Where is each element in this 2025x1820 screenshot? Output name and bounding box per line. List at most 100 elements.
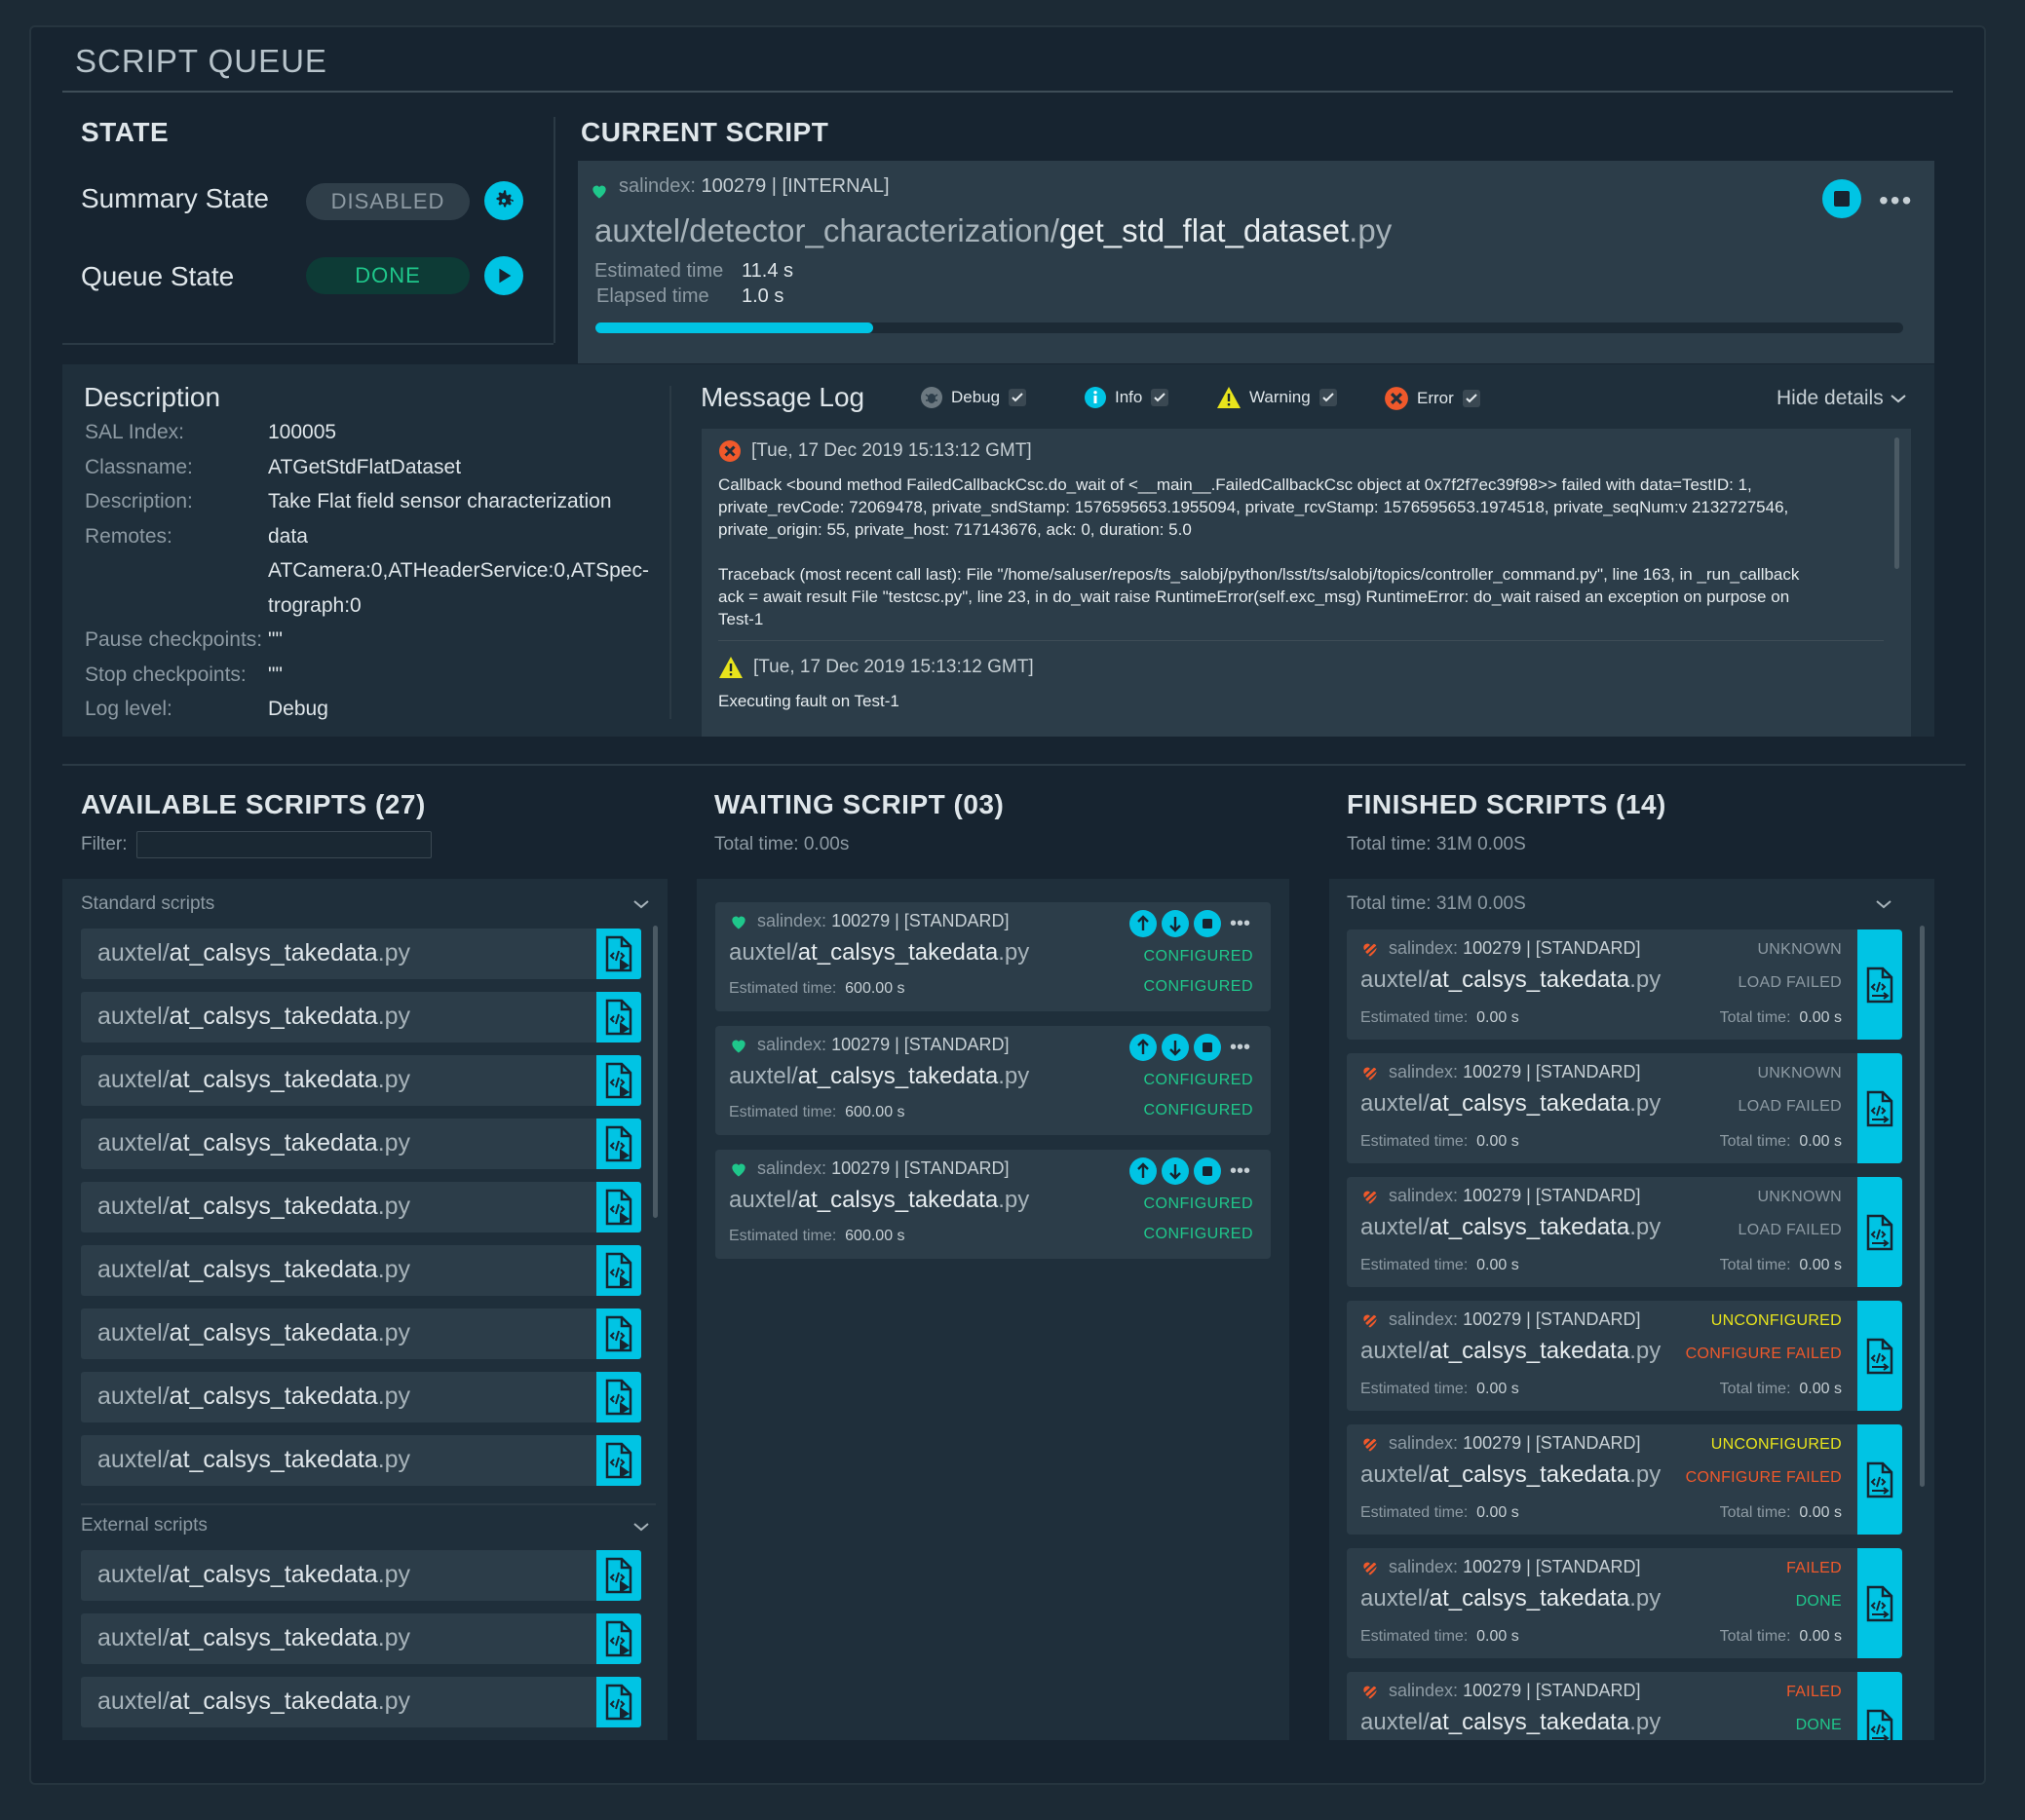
requeue-script-button[interactable]: [1857, 929, 1902, 1040]
process-state: LOAD FAILED: [1738, 974, 1842, 991]
available-script-item[interactable]: auxtel/at_calsys_takedata.py: [81, 1308, 641, 1359]
heartbeat-lost-icon: [1362, 1064, 1379, 1081]
move-up-icon[interactable]: [1129, 910, 1157, 937]
waiting-script-card[interactable]: salindex: 100279 | [STANDARD] auxtel/at_c…: [715, 902, 1271, 1011]
requeue-script-button[interactable]: [1857, 1424, 1902, 1535]
waiting-script-card[interactable]: salindex: 100279 | [STANDARD] auxtel/at_c…: [715, 1026, 1271, 1135]
path-name: at_calsys_takedata: [169, 1446, 378, 1473]
launch-script-button[interactable]: [596, 1308, 641, 1359]
launch-script-button[interactable]: [596, 1055, 641, 1106]
resume-queue-button[interactable]: [484, 256, 523, 295]
launch-script-button[interactable]: [596, 1435, 641, 1486]
log-filter-error[interactable]: Error: [1384, 386, 1481, 411]
available-script-item[interactable]: auxtel/at_calsys_takedata.py: [81, 1677, 641, 1727]
move-up-icon[interactable]: [1129, 1034, 1157, 1061]
move-up-icon[interactable]: [1129, 1157, 1157, 1185]
stop-icon[interactable]: [1194, 1034, 1221, 1061]
available-script-item[interactable]: auxtel/at_calsys_takedata.py: [81, 992, 641, 1043]
launch-script-button[interactable]: [596, 1372, 641, 1422]
est-label: Estimated time:: [1360, 1009, 1469, 1026]
launch-script-button[interactable]: [596, 1677, 641, 1727]
finished-scripts-panel: Total time: 31M 0.00S salindex: 100279 |…: [1329, 879, 1934, 1740]
path-prefix: auxtel/: [97, 1129, 170, 1156]
script-state: UNKNOWN: [1757, 1189, 1842, 1205]
script-state: CONFIGURED: [1143, 948, 1253, 965]
launch-script-button[interactable]: [596, 992, 641, 1043]
checkbox-checked-icon[interactable]: [1008, 388, 1027, 407]
total-value: 0.00 s: [1799, 1504, 1842, 1521]
launch-script-icon: [605, 1684, 632, 1721]
finished-script-card[interactable]: salindex: 100279 | [STANDARD] auxtel/at_c…: [1347, 1301, 1902, 1411]
log-scrollbar[interactable]: [1894, 437, 1899, 569]
script-state: UNKNOWN: [1757, 941, 1842, 958]
available-scrollbar[interactable]: [653, 926, 658, 1218]
card-estimated-time: Estimated time: 600.00 s: [729, 980, 905, 998]
description-key: Remotes:: [85, 524, 172, 548]
stop-icon[interactable]: [1194, 910, 1221, 937]
description-row: Log level: Debug: [85, 698, 669, 727]
available-script-item[interactable]: auxtel/at_calsys_takedata.py: [81, 1182, 641, 1232]
move-down-icon[interactable]: [1162, 910, 1189, 937]
finished-scripts-heading: FINISHED SCRIPTS (14): [1347, 789, 1666, 819]
launch-script-button[interactable]: [596, 1613, 641, 1664]
checkbox-checked-icon[interactable]: [1318, 388, 1338, 407]
path-name: at_calsys_takedata: [1429, 1090, 1630, 1117]
heartbeat-heart-icon: [732, 1040, 745, 1053]
stop-icon[interactable]: [1194, 1157, 1221, 1185]
more-options-icon[interactable]: •••: [1879, 185, 1913, 216]
estimated-time-label: Estimated time: [594, 260, 724, 282]
requeue-script-button[interactable]: [1857, 1672, 1902, 1740]
launch-script-button[interactable]: [596, 1182, 641, 1232]
available-script-item[interactable]: auxtel/at_calsys_takedata.py: [81, 1119, 641, 1169]
log-filter-debug[interactable]: Debug: [920, 386, 1027, 409]
card-script-path: auxtel/at_calsys_takedata.py: [1360, 1585, 1661, 1612]
available-script-item[interactable]: auxtel/at_calsys_takedata.py: [81, 1550, 641, 1601]
available-script-item[interactable]: auxtel/at_calsys_takedata.py: [81, 1372, 641, 1422]
hide-details-toggle[interactable]: Hide details: [1777, 387, 1907, 410]
available-script-item[interactable]: auxtel/at_calsys_takedata.py: [81, 1435, 641, 1486]
path-ext: .py: [998, 1063, 1030, 1089]
finished-script-card[interactable]: salindex: 100279 | [STANDARD] auxtel/at_c…: [1347, 1424, 1902, 1535]
available-script-item[interactable]: auxtel/at_calsys_takedata.py: [81, 1613, 641, 1664]
finished-script-card[interactable]: salindex: 100279 | [STANDARD] auxtel/at_c…: [1347, 1548, 1902, 1658]
salindex-value: 100279 | [INTERNAL]: [701, 175, 890, 197]
card-estimated-time: Estimated time: 0.00 s: [1360, 1133, 1519, 1151]
requeue-script-button[interactable]: [1857, 1053, 1902, 1163]
info-icon: [1085, 387, 1106, 408]
settings-gear-button[interactable]: [484, 181, 523, 220]
requeue-script-button[interactable]: [1857, 1177, 1902, 1287]
move-down-icon[interactable]: [1162, 1157, 1189, 1185]
available-script-item[interactable]: auxtel/at_calsys_takedata.py: [81, 929, 641, 979]
log-filter-info[interactable]: Info: [1084, 386, 1169, 409]
launch-script-button[interactable]: [596, 929, 641, 979]
more-options-icon[interactable]: •••: [1230, 1037, 1250, 1059]
launch-script-button[interactable]: [596, 1119, 641, 1169]
move-down-icon[interactable]: [1162, 1034, 1189, 1061]
waiting-script-card[interactable]: salindex: 100279 | [STANDARD] auxtel/at_c…: [715, 1150, 1271, 1259]
path-ext: .py: [377, 939, 411, 967]
filter-input[interactable]: [136, 831, 432, 858]
card-salindex: salindex: 100279 | [STANDARD]: [1389, 1309, 1640, 1330]
stop-script-button[interactable]: [1822, 179, 1861, 218]
requeue-script-button[interactable]: [1857, 1548, 1902, 1658]
chevron-down-icon[interactable]: [632, 898, 650, 910]
launch-script-button[interactable]: [596, 1245, 641, 1296]
total-label: Total time:: [1719, 1257, 1791, 1273]
path-ext: .py: [377, 1003, 411, 1030]
checkbox-checked-icon[interactable]: [1150, 388, 1169, 407]
est-label: Estimated time:: [1360, 1133, 1469, 1150]
finished-script-card[interactable]: salindex: 100279 | [STANDARD] auxtel/at_c…: [1347, 1672, 1902, 1740]
finished-script-card[interactable]: salindex: 100279 | [STANDARD] auxtel/at_c…: [1347, 1053, 1902, 1163]
checkbox-checked-icon[interactable]: [1462, 389, 1481, 408]
more-options-icon[interactable]: •••: [1230, 1160, 1250, 1183]
available-script-item[interactable]: auxtel/at_calsys_takedata.py: [81, 1245, 641, 1296]
requeue-script-button[interactable]: [1857, 1301, 1902, 1411]
available-script-item[interactable]: auxtel/at_calsys_takedata.py: [81, 1055, 641, 1106]
finished-script-card[interactable]: salindex: 100279 | [STANDARD] auxtel/at_c…: [1347, 929, 1902, 1040]
finished-script-card[interactable]: salindex: 100279 | [STANDARD] auxtel/at_c…: [1347, 1177, 1902, 1287]
chevron-down-icon[interactable]: [632, 1521, 650, 1533]
more-options-icon[interactable]: •••: [1230, 913, 1250, 935]
launch-script-button[interactable]: [596, 1550, 641, 1601]
log-filter-warning[interactable]: Warning: [1216, 386, 1338, 409]
elapsed-time-value: 1.0 s: [742, 285, 784, 307]
